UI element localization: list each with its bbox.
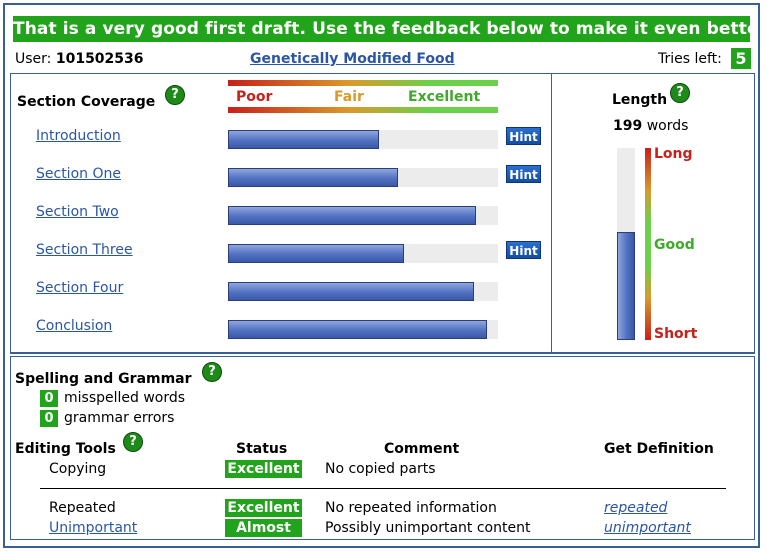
comment-repeated: No repeated information	[325, 500, 497, 516]
section-link[interactable]: Section Three	[36, 242, 133, 258]
section-link[interactable]: Section One	[36, 166, 121, 182]
section-coverage-bar	[228, 244, 498, 263]
comment-copying: No copied parts	[325, 461, 436, 477]
status-unimportant: Almost	[225, 519, 302, 537]
user-line: User: 101502536	[15, 51, 144, 67]
misspelled-label: misspelled words	[64, 390, 186, 406]
section-link[interactable]: Introduction	[36, 128, 121, 144]
section-coverage-fill	[228, 282, 474, 301]
misspelled-count-badge: 0	[40, 390, 58, 407]
section-coverage-bar	[228, 168, 498, 187]
coverage-scale: Poor Fair Excellent	[228, 80, 498, 113]
editing-help-icon[interactable]: ?	[123, 432, 143, 452]
section-coverage-fill	[228, 244, 404, 263]
length-label-good: Good	[654, 237, 695, 253]
length-help-icon[interactable]: ?	[670, 83, 690, 103]
length-title: Length	[612, 92, 668, 108]
length-meter-fill	[617, 232, 635, 340]
scale-label-excellent: Excellent	[408, 89, 481, 105]
length-meter	[617, 148, 635, 340]
tries-label: Tries left:	[658, 51, 722, 67]
definition-link-unimportant[interactable]: unimportant	[604, 520, 691, 536]
section-link[interactable]: Section Four	[36, 280, 123, 296]
feedback-banner: That is a very good first draft. Use the…	[13, 16, 767, 42]
definition-link-repeated[interactable]: repeated	[604, 500, 667, 516]
status-copying: Excellent	[225, 460, 302, 478]
tries-count-badge: 5	[731, 48, 751, 69]
spelling-grammar-title: Spelling and Grammar	[15, 371, 192, 387]
grammar-label: grammar errors	[64, 410, 175, 426]
length-scale	[645, 148, 651, 340]
tool-unimportant-link[interactable]: Unimportant	[49, 520, 137, 536]
length-label-long: Long	[654, 146, 693, 162]
section-coverage-bar	[228, 130, 498, 149]
hint-button[interactable]: Hint	[506, 165, 541, 183]
column-status: Status	[236, 441, 288, 457]
section-coverage-fill	[228, 320, 487, 339]
word-count-value: 199	[613, 118, 643, 134]
section-coverage-fill	[228, 168, 398, 187]
grammar-count-badge: 0	[40, 410, 58, 427]
coverage-scale-bar-bottom	[228, 107, 498, 113]
tool-repeated: Repeated	[49, 500, 116, 516]
tool-copying: Copying	[49, 461, 107, 477]
section-link[interactable]: Section Two	[36, 204, 119, 220]
scale-label-poor: Poor	[236, 89, 273, 105]
comment-unimportant: Possibly unimportant content	[325, 520, 531, 536]
section-coverage-title: Section Coverage	[17, 94, 156, 110]
editing-tools-title: Editing Tools	[15, 441, 116, 457]
section-coverage-fill	[228, 206, 476, 225]
document-title-link[interactable]: Genetically Modified Food	[250, 51, 455, 67]
section-link[interactable]: Conclusion	[36, 318, 112, 334]
section-coverage-bar	[228, 320, 498, 339]
coverage-scale-bar-top	[228, 80, 498, 86]
length-divider	[551, 73, 552, 353]
section-coverage-bar	[228, 282, 498, 301]
column-comment: Comment	[384, 441, 460, 457]
coverage-help-icon[interactable]: ?	[165, 85, 185, 105]
section-coverage-fill	[228, 130, 379, 149]
section-coverage-bar	[228, 206, 498, 225]
spelling-help-icon[interactable]: ?	[202, 362, 222, 382]
length-label-short: Short	[654, 326, 698, 342]
word-count-unit: words	[646, 118, 689, 134]
status-repeated: Excellent	[225, 499, 302, 517]
hint-button[interactable]: Hint	[506, 241, 541, 259]
column-get-definition: Get Definition	[604, 441, 714, 457]
user-label: User:	[15, 51, 52, 67]
hint-button[interactable]: Hint	[506, 127, 541, 145]
scale-label-fair: Fair	[334, 89, 364, 105]
word-count: 199 words	[613, 118, 688, 134]
user-id: 101502536	[55, 51, 144, 67]
editing-divider	[40, 488, 726, 489]
